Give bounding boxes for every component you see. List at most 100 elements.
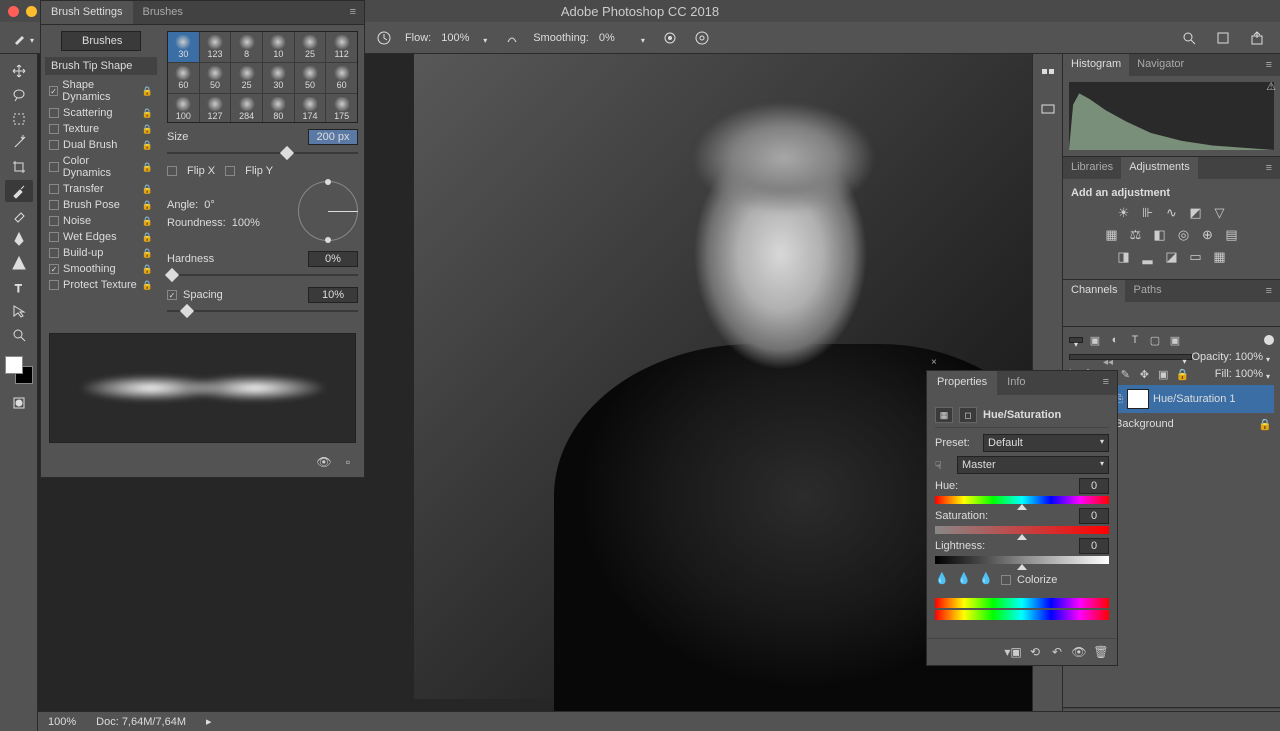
brush-tool[interactable] <box>5 180 33 202</box>
adj-exposure-icon[interactable]: ◩ <box>1187 205 1205 221</box>
close-icon[interactable]: × <box>43 0 57 1</box>
lightness-input[interactable]: 0 <box>1079 538 1109 554</box>
brush-preset-174[interactable]: 174 <box>295 94 326 123</box>
filter-smart-icon[interactable]: ▣ <box>1167 333 1183 347</box>
checkbox[interactable] <box>49 124 59 134</box>
tab-brushes[interactable]: Brushes <box>133 1 193 24</box>
checkbox[interactable] <box>49 248 59 258</box>
histogram-graph[interactable] <box>1069 82 1274 150</box>
adj-photofilter-icon[interactable]: ◎ <box>1175 227 1193 243</box>
adj-gradientmap-icon[interactable]: ▭ <box>1187 249 1205 265</box>
checkbox[interactable] <box>49 200 59 210</box>
layer-opacity-chevron[interactable] <box>1266 353 1274 361</box>
brush-preset-50[interactable]: 50 <box>200 63 231 93</box>
magic-wand-tool[interactable] <box>5 132 33 154</box>
adj-colorlookup-icon[interactable]: ▤ <box>1223 227 1241 243</box>
saturation-slider[interactable] <box>935 526 1109 534</box>
type-tool[interactable]: T <box>5 276 33 298</box>
histogram-warning-icon[interactable]: ⚠ <box>1266 80 1276 93</box>
tab-info[interactable]: Info <box>997 371 1035 395</box>
close-icon[interactable]: × <box>931 357 937 368</box>
checkbox[interactable] <box>49 108 59 118</box>
visibility-icon[interactable]: 👁 <box>1071 645 1087 659</box>
lock-icon[interactable]: 🔒 <box>142 108 153 119</box>
brush-preset-284[interactable]: 284 <box>231 94 262 123</box>
brush-option-brush-pose[interactable]: Brush Pose🔒 <box>45 197 157 213</box>
adj-levels-icon[interactable]: ⊪ <box>1139 205 1157 221</box>
layer-name[interactable]: Hue/Saturation 1 <box>1153 393 1236 405</box>
brush-option-dual-brush[interactable]: Dual Brush🔒 <box>45 137 157 153</box>
brush-preset-50[interactable]: 50 <box>295 63 326 93</box>
preview-toggle-icon[interactable]: 👁 <box>316 455 332 469</box>
channels-menu-icon[interactable]: ≡ <box>1258 280 1280 302</box>
checkbox[interactable] <box>49 162 59 172</box>
size-input[interactable]: 200 px <box>308 129 358 145</box>
adj-curves-icon[interactable]: ∿ <box>1163 205 1181 221</box>
smoothing-chevron[interactable] <box>641 34 649 42</box>
layer-opacity-value[interactable]: 100% <box>1235 351 1263 363</box>
brush-option-color-dynamics[interactable]: Color Dynamics🔒 <box>45 153 157 181</box>
fill-value[interactable]: 100% <box>1235 368 1263 380</box>
saturation-input[interactable]: 0 <box>1079 508 1109 524</box>
doc-info[interactable]: Doc: 7,64M/7,64M <box>96 716 186 728</box>
smoothing-options-icon[interactable] <box>659 27 681 49</box>
frame-icon[interactable] <box>1212 27 1234 49</box>
histogram-menu-icon[interactable]: ≡ <box>1258 54 1280 76</box>
smoothing-input[interactable]: 0% <box>599 32 631 44</box>
tab-adjustments[interactable]: Adjustments <box>1121 157 1198 179</box>
filter-image-icon[interactable]: ▣ <box>1087 333 1103 347</box>
color-swatches[interactable] <box>5 356 33 384</box>
brush-preset-30[interactable]: 30 <box>263 63 294 93</box>
lock-icon[interactable]: 🔒 <box>142 86 153 97</box>
checkbox[interactable] <box>49 184 59 194</box>
angle-value[interactable]: 0° <box>204 199 215 211</box>
lock-icon[interactable]: 🔒 <box>142 140 153 151</box>
adj-selectivecolor-icon[interactable]: ▦ <box>1211 249 1229 265</box>
brush-option-transfer[interactable]: Transfer🔒 <box>45 181 157 197</box>
brush-option-wet-edges[interactable]: Wet Edges🔒 <box>45 229 157 245</box>
lightness-slider[interactable] <box>935 556 1109 564</box>
path-selection-tool[interactable] <box>5 300 33 322</box>
size-slider[interactable] <box>167 147 358 159</box>
brush-preset-127[interactable]: 127 <box>200 94 231 123</box>
marquee-tool[interactable] <box>5 108 33 130</box>
brush-preset-60[interactable]: 60 <box>326 63 357 93</box>
brush-panel-menu-icon[interactable]: ≡ <box>342 1 364 24</box>
lock-icon[interactable]: 🔒 <box>142 124 153 135</box>
brush-preset-123[interactable]: 123 <box>200 32 231 62</box>
brush-preset-112[interactable]: 112 <box>326 32 357 62</box>
brush-preset-8[interactable]: 8 <box>231 32 262 62</box>
filter-type-icon[interactable]: T <box>1127 333 1143 347</box>
tab-histogram[interactable]: Histogram <box>1063 54 1129 76</box>
adj-bw-icon[interactable]: ◧ <box>1151 227 1169 243</box>
quick-mask-icon[interactable] <box>5 392 33 414</box>
adj-invert-icon[interactable]: ◨ <box>1115 249 1133 265</box>
zoom-level[interactable]: 100% <box>48 716 76 728</box>
doc-info-chevron[interactable]: ▸ <box>206 715 212 728</box>
brush-preset-175[interactable]: 175 <box>326 94 357 123</box>
lock-position-icon[interactable]: ✥ <box>1136 367 1152 381</box>
pressure-opacity-icon[interactable] <box>373 27 395 49</box>
hue-input[interactable]: 0 <box>1079 478 1109 494</box>
hardness-input[interactable]: 0% <box>308 251 358 267</box>
eraser-tool[interactable] <box>5 204 33 226</box>
brush-option-noise[interactable]: Noise🔒 <box>45 213 157 229</box>
checkbox[interactable] <box>49 140 59 150</box>
colorize-checkbox[interactable] <box>1001 575 1011 585</box>
brush-preset-80[interactable]: 80 <box>263 94 294 123</box>
filter-toggle[interactable] <box>1264 335 1274 345</box>
adj-brightness-icon[interactable]: ☀ <box>1115 205 1133 221</box>
hardness-slider[interactable] <box>167 269 358 281</box>
brush-option-shape-dynamics[interactable]: Shape Dynamics🔒 <box>45 77 157 105</box>
lock-icon[interactable]: 🔒 <box>142 162 153 173</box>
share-icon[interactable] <box>1246 27 1268 49</box>
preset-select[interactable]: Default <box>983 434 1109 452</box>
checkbox[interactable] <box>49 86 58 96</box>
move-tool[interactable] <box>5 60 33 82</box>
channel-select[interactable]: Master <box>957 456 1109 474</box>
brush-preset-100[interactable]: 100 <box>168 94 199 123</box>
layer-mask-thumb[interactable] <box>1127 389 1149 409</box>
spacing-checkbox[interactable] <box>167 290 177 300</box>
lock-icon[interactable]: 🔒 <box>142 264 153 275</box>
roundness-value[interactable]: 100% <box>232 217 260 229</box>
